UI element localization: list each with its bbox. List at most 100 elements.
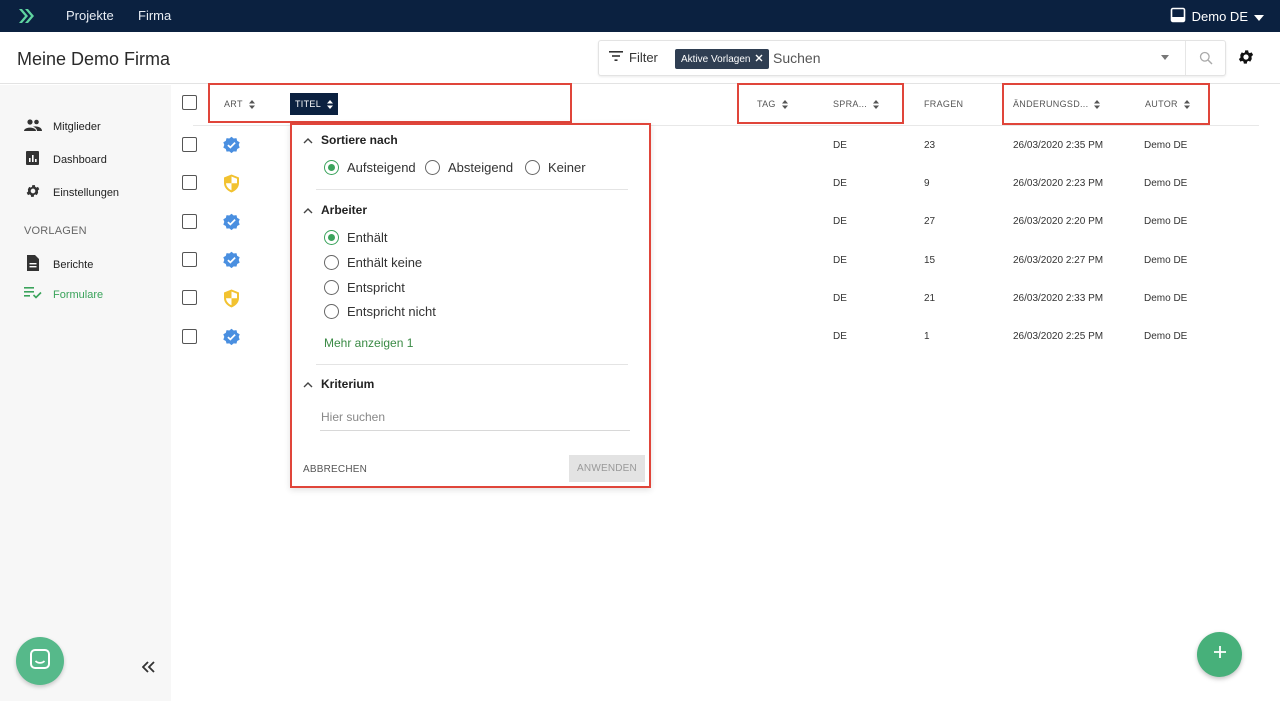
radio-label: Absteigend (448, 160, 514, 175)
cell-fragen: 27 (924, 216, 936, 227)
column-header-titel[interactable]: TITEL (290, 93, 339, 115)
column-filter-popover: Sortiere nach Aufsteigend Absteigend Kei… (290, 123, 651, 488)
apply-button[interactable]: ANWENDEN (569, 455, 645, 482)
sidebar-item-label: Dashboard (53, 153, 107, 166)
add-button[interactable] (1197, 632, 1242, 677)
radio-label: Keiner (548, 160, 586, 175)
row-checkbox[interactable] (182, 137, 197, 152)
radio-enthaelt[interactable]: Enthält (324, 230, 387, 245)
radio-enthaelt-keine[interactable]: Enthält keine (324, 255, 422, 270)
cancel-button[interactable]: ABBRECHEN (303, 464, 367, 475)
close-icon[interactable] (755, 54, 763, 65)
sidebar-item-formulare[interactable]: Formulare (24, 287, 103, 302)
radio-entspricht[interactable]: Entspricht (324, 280, 405, 295)
shield-icon (223, 289, 240, 313)
verified-badge-icon (222, 213, 241, 237)
search-divider (1185, 41, 1186, 75)
sidebar: Mitglieder Dashboard Einstellungen VORLA… (0, 85, 171, 701)
radio-icon (525, 160, 540, 175)
sidebar-item-mitglieder[interactable]: Mitglieder (24, 119, 101, 134)
nav-projekte[interactable]: Projekte (66, 8, 114, 23)
column-header-tag[interactable]: TAG (757, 99, 788, 109)
radio-icon (324, 280, 339, 295)
row-checkbox[interactable] (182, 329, 197, 344)
user-menu[interactable]: Demo DE (1170, 7, 1264, 26)
radio-absteigend[interactable]: Absteigend (425, 160, 513, 175)
radio-label: Entspricht (347, 280, 405, 295)
select-all-checkbox[interactable] (182, 95, 197, 110)
cell-datum: 26/03/2020 2:25 PM (1013, 331, 1104, 342)
section-kriterium[interactable]: Kriterium (303, 377, 374, 391)
cell-sprache: DE (833, 178, 847, 189)
row-checkbox[interactable] (182, 175, 197, 190)
column-header-sprache[interactable]: SPRA... (833, 99, 880, 109)
cell-datum: 26/03/2020 2:20 PM (1013, 216, 1104, 227)
chat-button[interactable] (16, 637, 64, 685)
sidebar-item-label: Berichte (53, 258, 94, 271)
criterion-search-input[interactable] (320, 408, 630, 431)
inbox-icon (1170, 7, 1186, 26)
section-title: Arbeiter (321, 203, 368, 217)
highlight-art-titel (208, 83, 572, 123)
chat-icon (29, 648, 51, 675)
dropdown-caret-icon[interactable] (1161, 55, 1169, 60)
cell-fragen: 15 (924, 255, 936, 266)
sidebar-item-berichte[interactable]: Berichte (24, 255, 93, 274)
page-title: Meine Demo Firma (17, 49, 171, 69)
cell-fragen: 23 (924, 140, 936, 151)
document-icon (24, 255, 42, 274)
cell-fragen: 9 (924, 178, 930, 189)
radio-entspricht-nicht[interactable]: Entspricht nicht (324, 304, 436, 319)
sort-icon (1094, 99, 1101, 109)
column-header-art[interactable]: ART (224, 99, 255, 109)
cell-autor: Demo DE (1144, 140, 1188, 151)
radio-icon (425, 160, 440, 175)
active-filter-chip[interactable]: Aktive Vorlagen (675, 49, 769, 69)
section-sort[interactable]: Sortiere nach (303, 133, 398, 147)
filter-button[interactable]: Filter (609, 50, 658, 65)
sidebar-item-dashboard[interactable]: Dashboard (24, 151, 107, 168)
user-name: Demo DE (1191, 9, 1248, 24)
row-checkbox[interactable] (182, 290, 197, 305)
radio-icon (324, 255, 339, 270)
row-checkbox[interactable] (182, 252, 197, 267)
collapse-sidebar-icon[interactable] (141, 657, 156, 678)
cell-datum: 26/03/2020 2:27 PM (1013, 255, 1104, 266)
shield-icon (223, 174, 240, 198)
checklist-icon (24, 287, 42, 302)
radio-icon (324, 304, 339, 319)
column-header-aenderungsdatum[interactable]: ÄNDERUNGSD... (1013, 99, 1101, 109)
sidebar-item-einstellungen[interactable]: Einstellungen (24, 183, 119, 202)
search-input[interactable] (773, 50, 1153, 66)
settings-gear-icon[interactable] (1237, 48, 1255, 71)
filter-icon (609, 50, 623, 65)
chart-icon (24, 151, 42, 168)
section-arbeiter[interactable]: Arbeiter (303, 203, 367, 217)
gear-icon (24, 183, 42, 202)
chevron-up-icon (303, 133, 313, 147)
radio-selected-icon (324, 160, 339, 175)
logo-icon[interactable] (17, 7, 35, 30)
row-checkbox[interactable] (182, 214, 197, 229)
sort-icon (873, 99, 880, 109)
cell-sprache: DE (833, 216, 847, 227)
chevron-down-icon (1254, 9, 1264, 24)
radio-label: Enthält keine (347, 255, 423, 270)
radio-selected-icon (324, 230, 339, 245)
sort-icon (327, 99, 334, 109)
column-label: SPRA... (833, 99, 868, 109)
nav-firma[interactable]: Firma (138, 8, 171, 23)
page-header: Meine Demo Firma Filter Aktive Vorlagen (0, 32, 1280, 84)
column-header-autor[interactable]: AUTOR (1145, 99, 1190, 109)
divider (316, 189, 628, 190)
column-label: ÄNDERUNGSD... (1013, 99, 1089, 109)
show-more-link[interactable]: Mehr anzeigen 1 (324, 336, 413, 350)
column-header-fragen[interactable]: FRAGEN (924, 99, 963, 109)
verified-badge-icon (222, 251, 241, 275)
cell-autor: Demo DE (1144, 216, 1188, 227)
radio-aufsteigend[interactable]: Aufsteigend (324, 160, 416, 175)
plus-icon (1213, 645, 1227, 664)
sort-icon (1183, 99, 1190, 109)
radio-keiner[interactable]: Keiner (525, 160, 586, 175)
search-icon[interactable] (1199, 51, 1213, 70)
